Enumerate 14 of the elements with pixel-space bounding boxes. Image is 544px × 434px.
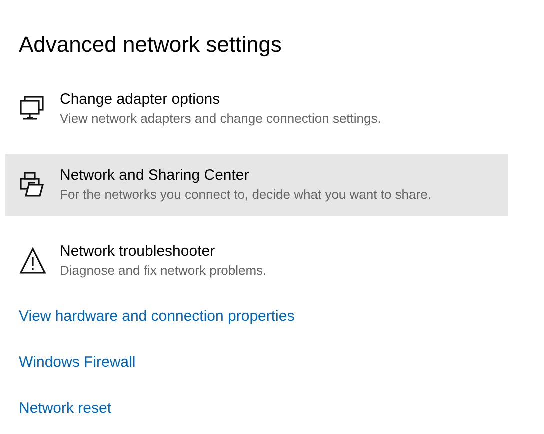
option-label: Change adapter options — [60, 90, 222, 110]
option-description: View network adapters and change connection settings. — [60, 110, 382, 128]
page-title: Advanced network settings — [19, 31, 283, 59]
warning-icon — [19, 247, 47, 275]
settings-option[interactable]: Network and Sharing Center For the networks you connect to, decide what you want to share. — [5, 154, 508, 216]
option-label: Network troubleshooter — [60, 242, 216, 262]
settings-link[interactable]: Windows Firewall — [19, 352, 136, 374]
option-label: Network and Sharing Center — [60, 166, 250, 186]
settings-link[interactable]: View hardware and connection properties — [19, 306, 295, 328]
monitor-network-icon — [19, 95, 47, 123]
option-description: Diagnose and fix network problems. — [60, 262, 267, 280]
printer-folder-icon — [19, 171, 47, 199]
option-description: For the networks you connect to, decide what you want to share. — [60, 186, 432, 204]
settings-link[interactable]: Network reset — [19, 398, 112, 420]
